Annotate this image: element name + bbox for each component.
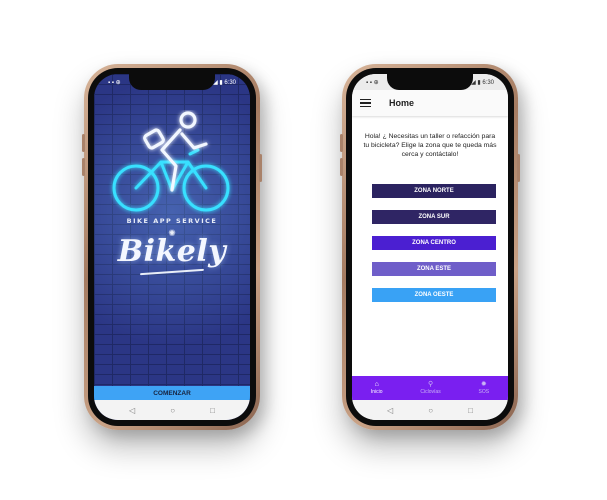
splash-screen: ▪ ▪ ⊕ ✱ ⌔ ◢ ▮ 6:30 BIKE APP SERVICE ✺ Bi… <box>94 74 250 420</box>
zona-centro-button[interactable]: ZONA CENTRO <box>372 236 496 250</box>
nav-item-inicio[interactable]: ⌂ Inicio <box>371 381 383 395</box>
back-icon[interactable]: ◁ <box>387 406 393 415</box>
nav-item-ciclovias[interactable]: ⚲ Ciclovías <box>420 381 440 395</box>
recent-apps-icon[interactable]: □ <box>210 406 215 415</box>
notch <box>387 74 473 90</box>
rider-arm <box>180 132 208 150</box>
volume-down-button <box>340 158 343 176</box>
zona-oeste-button[interactable]: ZONA OESTE <box>372 288 496 302</box>
power-button <box>259 154 262 182</box>
home-circle-icon[interactable]: ○ <box>170 406 175 415</box>
brand-logo-text: Bikely <box>117 234 227 269</box>
phone-bezel: ▪ ▪ ⊕ ✱ ⌔ ◢ ▮ 6:30 BIKE APP SERVICE ✺ Bi… <box>88 68 256 426</box>
nav-item-label: Inicio <box>370 389 383 395</box>
home-screen: ▪ ▪ ⊕ ✱ ⌔ ◢ ▮ 6:30 Home Hola! ¿ Necesita… <box>352 74 508 420</box>
app-bar: Home <box>352 90 508 116</box>
phone-bezel: ▪ ▪ ⊕ ✱ ⌔ ◢ ▮ 6:30 Home Hola! ¿ Necesita… <box>346 68 514 426</box>
back-icon[interactable]: ◁ <box>129 406 135 415</box>
tagline: BIKE APP SERVICE <box>126 217 218 225</box>
system-nav-bar: ◁ ○ □ <box>352 400 508 420</box>
zona-norte-button[interactable]: ZONA NORTE <box>372 184 496 198</box>
zona-sur-button[interactable]: ZONA SUR <box>372 210 496 224</box>
rider-backpack <box>143 128 165 150</box>
notch <box>129 74 215 90</box>
bottom-navigation: ⌂ Inicio ⚲ Ciclovías ✹ SOS <box>352 376 508 400</box>
nav-item-sos[interactable]: ✹ SOS <box>479 381 490 395</box>
handlebar <box>188 148 200 156</box>
volume-up-button <box>340 134 343 152</box>
power-button <box>517 154 520 182</box>
home-circle-icon[interactable]: ○ <box>428 406 433 415</box>
recent-apps-icon[interactable]: □ <box>468 406 473 415</box>
system-nav-bar: ◁ ○ □ <box>94 400 250 420</box>
nav-item-label: SOS <box>478 389 490 395</box>
nav-item-label: Ciclovías <box>420 389 441 395</box>
home-icon: ⌂ <box>374 381 379 388</box>
page-title: Home <box>389 98 415 108</box>
status-left: ▪ ▪ ⊕ <box>366 79 379 86</box>
phone-frame-left: ▪ ▪ ⊕ ✱ ⌔ ◢ ▮ 6:30 BIKE APP SERVICE ✺ Bi… <box>82 64 262 430</box>
neon-cyclist-logo <box>112 111 230 212</box>
volume-up-button <box>82 134 85 152</box>
start-button[interactable]: COMENZAR <box>94 386 250 400</box>
alert-icon: ✹ <box>480 381 487 388</box>
bike-icon: ⚲ <box>427 381 434 388</box>
zona-este-button[interactable]: ZONA ESTE <box>372 262 496 276</box>
rider-head <box>179 111 197 129</box>
status-left: ▪ ▪ ⊕ <box>108 79 121 86</box>
volume-down-button <box>82 158 85 176</box>
menu-icon[interactable] <box>360 98 371 108</box>
intro-text: Hola! ¿ Necesitas un taller o refacción … <box>363 133 497 158</box>
phone-frame-right: ▪ ▪ ⊕ ✱ ⌔ ◢ ▮ 6:30 Home Hola! ¿ Necesita… <box>340 64 520 430</box>
